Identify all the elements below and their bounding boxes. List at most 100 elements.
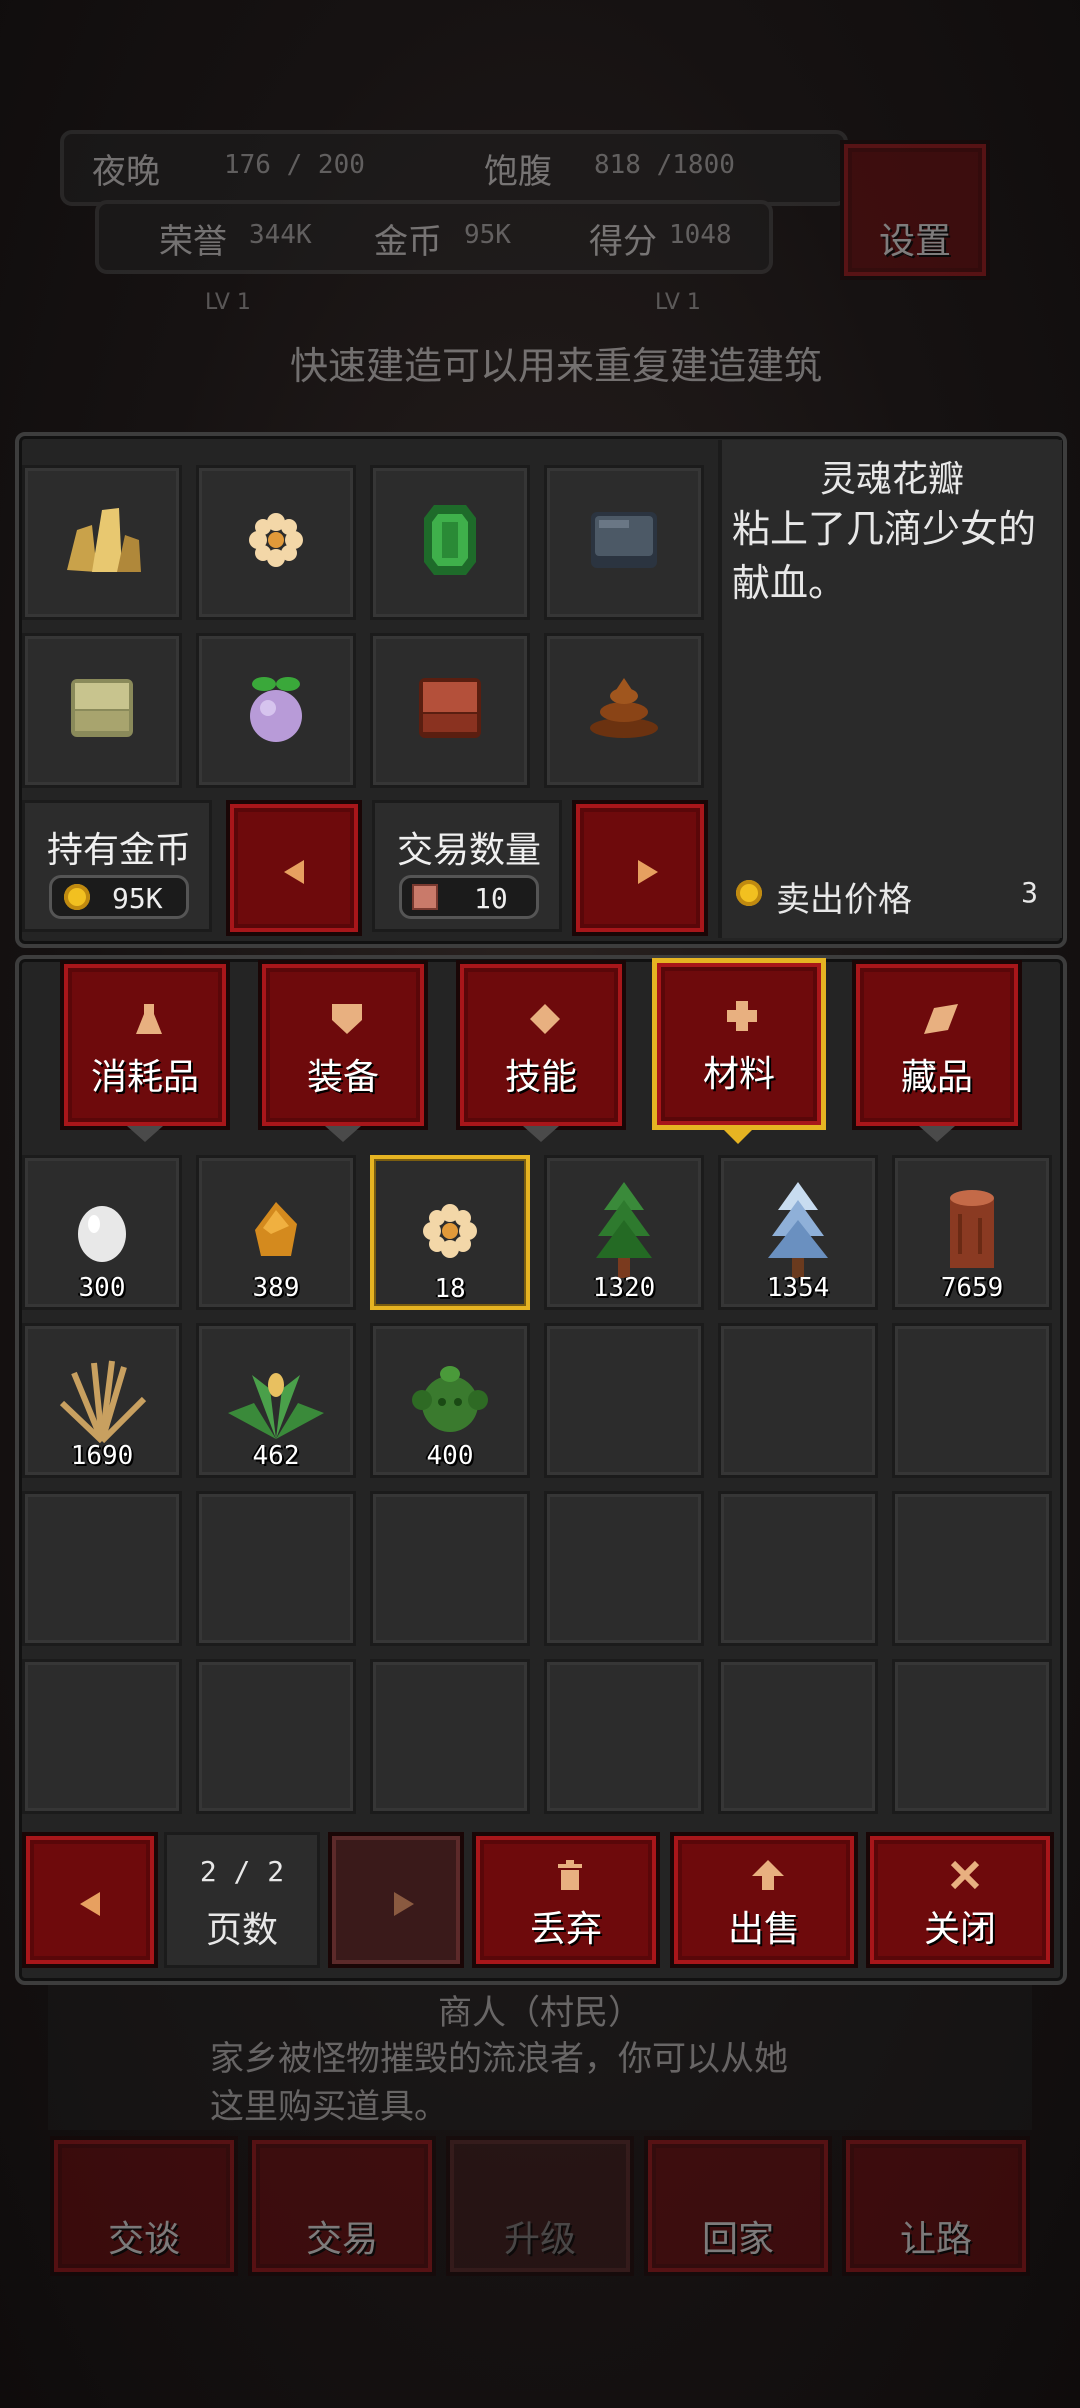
- qty-decrease-button[interactable]: [226, 800, 362, 936]
- held-gold-box: 持有金币 95K: [22, 800, 212, 932]
- dung-icon: [590, 678, 658, 738]
- cross-icon: [727, 1001, 757, 1031]
- merchant-slot[interactable]: [544, 465, 704, 620]
- inventory-slot-empty[interactable]: [718, 1491, 878, 1646]
- trash-icon: [558, 1860, 582, 1890]
- sell-price-value: 3: [1021, 876, 1038, 909]
- honor-label: 荣誉: [159, 222, 227, 262]
- discard-label: 丢弃: [529, 1909, 602, 1950]
- pine-tree-icon: [596, 1182, 652, 1278]
- sell-price-label: 卖出价格: [776, 880, 912, 920]
- tab-pointer: [523, 1126, 559, 1142]
- item-detail-panel: 灵魂花瓣 粘上了几滴少女的献血。 卖出价格 3: [718, 440, 1062, 938]
- held-gold-value: 95K: [112, 882, 163, 915]
- herb-icon: [228, 1373, 324, 1439]
- inventory-slot[interactable]: 400: [370, 1323, 530, 1478]
- inventory-slot-empty[interactable]: [196, 1659, 356, 1814]
- inventory-slot[interactable]: 1320: [544, 1155, 704, 1310]
- discard-button[interactable]: 丢弃: [472, 1832, 660, 1968]
- dry-grass-icon: [59, 1360, 147, 1443]
- gold-crystal-icon: [67, 508, 141, 572]
- inventory-slot-empty[interactable]: [196, 1491, 356, 1646]
- night-value: 176 / 200: [224, 150, 365, 180]
- level-left: LV 1: [205, 290, 251, 315]
- merchant-title: 商人（村民）: [438, 1993, 642, 2033]
- inventory-slot[interactable]: 462: [196, 1323, 356, 1478]
- item-description: 粘上了几滴少女的献血。: [732, 507, 1037, 605]
- tab-collectibles[interactable]: 藏品: [852, 960, 1022, 1130]
- give-way-button[interactable]: 让路: [842, 2136, 1030, 2276]
- tab-label: 材料: [702, 1054, 775, 1095]
- upgrade-label: 升级: [503, 2219, 576, 2260]
- snow-pine-icon: [768, 1182, 828, 1278]
- merchant-slot[interactable]: [370, 465, 530, 620]
- cactus-icon: [412, 1366, 488, 1432]
- honor-value: 344K: [249, 220, 312, 250]
- inventory-slot-empty[interactable]: [718, 1659, 878, 1814]
- flask-icon: [136, 1004, 162, 1034]
- item-quantity: 1320: [592, 1273, 656, 1303]
- merchant-slot[interactable]: [370, 633, 530, 788]
- merchant-slot[interactable]: [196, 633, 356, 788]
- merchant-desc-2: 这里购买道具。: [210, 2087, 448, 2127]
- inventory-slot-empty[interactable]: [22, 1659, 182, 1814]
- inventory-slot-empty[interactable]: [544, 1659, 704, 1814]
- sell-button[interactable]: 出售: [670, 1832, 858, 1968]
- merchant-info: 商人（村民） 家乡被怪物摧毁的流浪者，你可以从她 这里购买道具。: [48, 1985, 1032, 2130]
- inventory-slot-empty[interactable]: [544, 1491, 704, 1646]
- build-tip: 快速建造可以用来重复建造建筑: [290, 344, 823, 388]
- merchant-desc-1: 家乡被怪物摧毁的流浪者，你可以从她: [210, 2039, 788, 2079]
- inventory-slot-empty[interactable]: [370, 1659, 530, 1814]
- merchant-slot[interactable]: [22, 633, 182, 788]
- inventory-slot-empty[interactable]: [370, 1491, 530, 1646]
- score-value: 1048: [669, 220, 732, 250]
- merchant-slot[interactable]: [196, 465, 356, 620]
- inventory-slot-empty[interactable]: [892, 1491, 1052, 1646]
- page-next-button[interactable]: [328, 1832, 464, 1968]
- inventory-slot-empty[interactable]: [718, 1323, 878, 1478]
- page-indicator: 2 / 2 页数: [164, 1832, 320, 1968]
- item-name: 灵魂花瓣: [819, 459, 964, 500]
- inventory-slot[interactable]: 300: [22, 1155, 182, 1310]
- inventory-slot[interactable]: 1354: [718, 1155, 878, 1310]
- inventory-slot[interactable]: 1690: [22, 1323, 182, 1478]
- close-button[interactable]: 关闭: [866, 1832, 1054, 1968]
- merchant-slot[interactable]: [544, 633, 704, 788]
- merchant-slot[interactable]: [22, 465, 182, 620]
- upgrade-button[interactable]: 升级: [446, 2136, 634, 2276]
- item-quantity: 1690: [70, 1441, 134, 1471]
- status-bar: 夜晚 176 / 200 饱腹 818 /1800: [60, 130, 848, 206]
- active-tab-pointer: [720, 1126, 756, 1144]
- talk-button[interactable]: 交谈: [50, 2136, 238, 2276]
- gold-label: 金币: [374, 222, 442, 262]
- inventory-slot[interactable]: 389: [196, 1155, 356, 1310]
- home-button[interactable]: 回家: [644, 2136, 832, 2276]
- tab-consumables[interactable]: 消耗品: [60, 960, 230, 1130]
- item-quantity: 1354: [766, 1273, 830, 1303]
- box-icon: [412, 884, 438, 910]
- tab-materials[interactable]: 材料: [652, 958, 826, 1130]
- inventory-slot-empty[interactable]: [892, 1323, 1052, 1478]
- arrow-left-icon: [80, 1892, 100, 1916]
- qty-increase-button[interactable]: [572, 800, 708, 936]
- tab-skills[interactable]: 技能: [456, 960, 626, 1130]
- inventory-slot-empty[interactable]: [22, 1491, 182, 1646]
- arrow-left-icon: [284, 860, 304, 884]
- inventory-slot-selected[interactable]: 18: [370, 1155, 530, 1310]
- tab-pointer: [325, 1126, 361, 1142]
- settings-button[interactable]: 设置: [840, 140, 990, 280]
- trade-qty-box: 交易数量 10: [372, 800, 562, 932]
- inventory-slot[interactable]: 7659: [892, 1155, 1052, 1310]
- diamond-icon: [530, 1004, 560, 1034]
- home-label: 回家: [701, 2219, 774, 2260]
- egg-icon: [78, 1206, 126, 1262]
- amber-icon: [255, 1202, 297, 1256]
- hunger-label: 饱腹: [484, 152, 552, 192]
- tab-equipment[interactable]: 装备: [258, 960, 428, 1130]
- inventory-slot-empty[interactable]: [544, 1323, 704, 1478]
- trade-button[interactable]: 交易: [248, 2136, 436, 2276]
- inventory-slot-empty[interactable]: [892, 1659, 1052, 1814]
- page-prev-button[interactable]: [22, 1832, 158, 1968]
- stats-bar: 荣誉 344K 金币 95K 得分 1048: [95, 200, 773, 274]
- iron-block-icon: [591, 512, 657, 568]
